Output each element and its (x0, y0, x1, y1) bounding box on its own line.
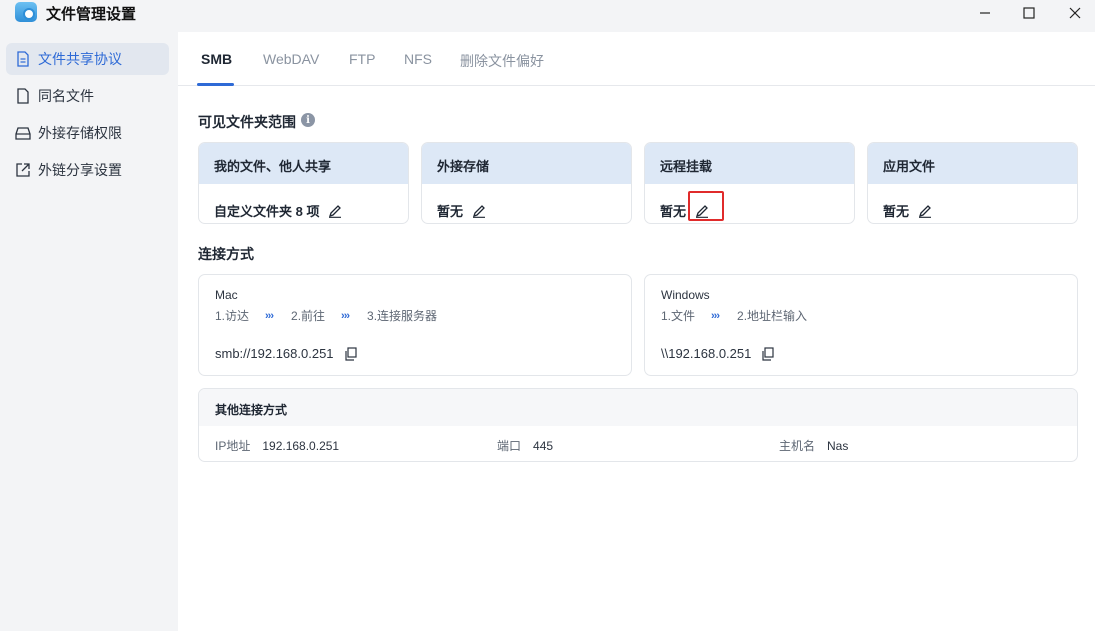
scope-card-value: 暂无 (660, 204, 687, 219)
info-icon[interactable]: i (301, 113, 315, 127)
connection-method-title: 连接方式 (198, 246, 254, 262)
tab-webdav[interactable]: WebDAV (263, 51, 319, 67)
drive-icon (15, 125, 31, 141)
step-arrow-icon: ››› (341, 309, 350, 322)
sidebar-item-label: 外接存储权限 (38, 125, 122, 141)
scope-card-header: 外接存储 (422, 143, 631, 184)
scope-card-header: 我的文件、他人共享 (199, 143, 408, 184)
windows-connection-card: Windows 1.文件 ››› 2.地址栏输入 \\192.168.0.251 (644, 274, 1078, 376)
edit-icon[interactable] (471, 203, 487, 219)
visible-folder-scope-title: 可见文件夹范围 (198, 114, 296, 130)
edit-icon[interactable] (917, 203, 933, 219)
scope-card-body: 暂无 (645, 184, 854, 223)
sidebar: 文件共享协议 同名文件 外接存储权限 外链分享设置 (0, 32, 178, 631)
minimize-button[interactable] (962, 0, 1008, 26)
ip-address-value: 192.168.0.251 (262, 439, 340, 453)
scope-card-app-files: 应用文件 暂无 (867, 142, 1078, 224)
step-arrow-icon: ››› (711, 309, 720, 322)
port-label: 端口 (497, 439, 522, 453)
tab-smb[interactable]: SMB (201, 51, 232, 67)
scope-card-body: 暂无 (868, 184, 1077, 223)
share-link-icon (15, 162, 31, 178)
step-label: 2.地址栏输入 (737, 309, 808, 323)
step-label: 1.文件 (661, 309, 696, 323)
scope-card-body: 自定义文件夹 8 项 (199, 184, 408, 223)
sidebar-item-label: 文件共享协议 (38, 51, 122, 67)
active-tab-indicator (197, 83, 234, 86)
scope-card-header: 远程挂载 (645, 143, 854, 184)
connection-address: smb://192.168.0.251 (215, 346, 358, 361)
ip-address-row: IP地址 192.168.0.251 (215, 437, 339, 454)
tab-ftp[interactable]: FTP (349, 51, 375, 67)
step-label: 1.访达 (215, 309, 250, 323)
window-title: 文件管理设置 (46, 6, 137, 23)
platform-name: Mac (215, 288, 238, 302)
scope-card-value: 暂无 (437, 204, 464, 219)
main-content: SMB WebDAV FTP NFS 删除文件偏好 可见文件夹范围 i 我的文件… (178, 32, 1095, 631)
close-icon (1069, 7, 1081, 19)
copy-icon[interactable] (761, 346, 775, 361)
scope-card-value: 自定义文件夹 8 项 (214, 204, 320, 219)
ip-address-label: IP地址 (215, 439, 251, 453)
scope-card-my-files: 我的文件、他人共享 自定义文件夹 8 项 (198, 142, 409, 224)
other-connection-card: 其他连接方式 IP地址 192.168.0.251 端口 445 主机名 Nas (198, 388, 1078, 462)
scope-card-body: 暂无 (422, 184, 631, 223)
file-manager-app-icon (15, 2, 37, 22)
close-button[interactable] (1052, 0, 1095, 26)
sidebar-item-same-name-files[interactable]: 同名文件 (6, 80, 169, 112)
sidebar-item-file-sharing-protocol[interactable]: 文件共享协议 (6, 43, 169, 75)
sidebar-item-label: 外链分享设置 (38, 162, 122, 178)
port-row: 端口 445 (497, 437, 553, 454)
connection-steps: 1.访达 ››› 2.前往 ››› 3.连接服务器 (215, 307, 437, 324)
document-icon (15, 51, 31, 67)
sidebar-item-external-link-share[interactable]: 外链分享设置 (6, 154, 169, 186)
address-text: \\192.168.0.251 (661, 346, 752, 361)
connection-steps: 1.文件 ››› 2.地址栏输入 (661, 307, 807, 324)
step-label: 2.前往 (291, 309, 326, 323)
file-icon (15, 88, 31, 104)
mac-connection-card: Mac 1.访达 ››› 2.前往 ››› 3.连接服务器 smb://192.… (198, 274, 632, 376)
scope-card-value: 暂无 (883, 204, 910, 219)
maximize-button[interactable] (1006, 0, 1052, 26)
maximize-icon (1023, 7, 1035, 19)
sidebar-item-external-storage-permission[interactable]: 外接存储权限 (6, 117, 169, 149)
tab-nfs[interactable]: NFS (404, 51, 432, 67)
step-arrow-icon: ››› (265, 309, 274, 322)
highlight-box (688, 191, 724, 221)
sidebar-item-label: 同名文件 (38, 88, 94, 104)
copy-icon[interactable] (344, 346, 358, 361)
hostname-row: 主机名 Nas (779, 437, 848, 454)
platform-name: Windows (661, 288, 710, 302)
scope-card-external-storage: 外接存储 暂无 (421, 142, 632, 224)
hostname-value: Nas (827, 439, 849, 453)
port-value: 445 (533, 439, 554, 453)
other-connection-title: 其他连接方式 (199, 389, 1077, 426)
minimize-icon (980, 12, 990, 14)
edit-icon[interactable] (327, 203, 343, 219)
address-text: smb://192.168.0.251 (215, 346, 334, 361)
title-bar: 文件管理设置 (0, 0, 1095, 32)
hostname-label: 主机名 (779, 439, 816, 453)
scope-card-remote-mount: 远程挂载 暂无 (644, 142, 855, 224)
connection-address: \\192.168.0.251 (661, 346, 775, 361)
tab-bar: SMB WebDAV FTP NFS 删除文件偏好 (178, 32, 1095, 86)
tab-delete-file-preference[interactable]: 删除文件偏好 (460, 51, 544, 71)
scope-card-header: 应用文件 (868, 143, 1077, 184)
step-label: 3.连接服务器 (367, 309, 438, 323)
